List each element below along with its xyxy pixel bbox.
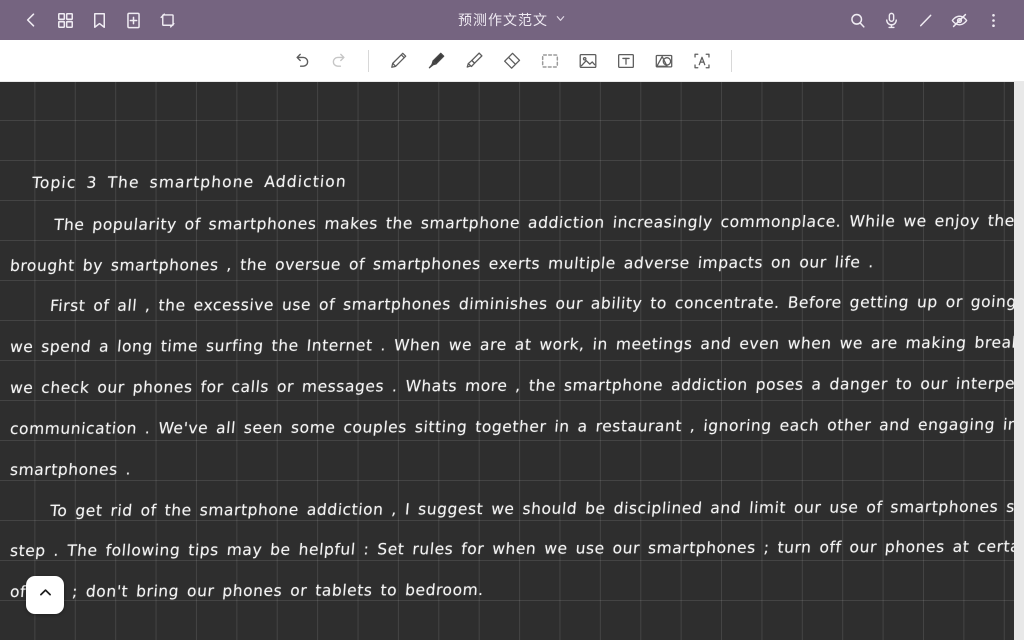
eraser-tool[interactable] — [494, 45, 530, 77]
page-title: 预测作文范文 — [458, 13, 548, 29]
note-text-line: of day ; don't bring our phones or table… — [9, 580, 485, 601]
pen-tool[interactable] — [380, 45, 416, 77]
document-title-button[interactable]: 预测作文范文 — [458, 10, 566, 30]
note-text-line: The popularity of smartphones makes the … — [53, 211, 1024, 234]
vertical-scrollbar[interactable] — [1014, 82, 1024, 640]
note-text-line: smartphones . — [9, 460, 133, 479]
highlighter-tool[interactable] — [456, 45, 492, 77]
lasso-select-tool[interactable] — [532, 45, 568, 77]
note-text-line: we spend a long time surfing the Interne… — [9, 333, 1024, 356]
note-text-line: communication . We've all seen some coup… — [9, 415, 1024, 438]
header-right-icon-group — [840, 3, 1010, 37]
redo-button[interactable] — [321, 45, 357, 77]
search-button[interactable] — [840, 3, 874, 37]
top-header-bar: 预测作文范文 — [0, 0, 1024, 40]
back-button[interactable] — [14, 3, 48, 37]
note-text-line: we check our phones for calls or message… — [9, 374, 1024, 397]
brush-tool[interactable] — [418, 45, 454, 77]
note-text-line: First of all , the excessive use of smar… — [49, 292, 1024, 315]
text-box-tool[interactable] — [608, 45, 644, 77]
more-options-button[interactable] — [976, 3, 1010, 37]
note-text-line: step . The following tips may be helpful… — [9, 537, 1024, 560]
chevron-up-icon — [37, 584, 54, 606]
handwriting-recognition-tool[interactable] — [684, 45, 720, 77]
bookmark-button[interactable] — [82, 3, 116, 37]
shape-tool[interactable] — [646, 45, 682, 77]
undo-button[interactable] — [283, 45, 319, 77]
header-left-icon-group — [14, 3, 184, 37]
note-canvas[interactable]: Topic 3 The smartphone Addiction The popu… — [0, 82, 1024, 640]
toolbar-divider-left — [368, 49, 369, 72]
crop-page-button[interactable] — [150, 3, 184, 37]
chevron-down-icon — [555, 11, 566, 29]
drawing-toolbar — [0, 40, 1024, 82]
note-app-window: 预测作文范文 Topic 3 The smartphone Addiction … — [0, 0, 1024, 640]
toolbar-divider-right — [731, 49, 732, 72]
pen-edit-button[interactable] — [908, 3, 942, 37]
note-text-line: brought by smartphones , the oversue of … — [9, 253, 875, 275]
note-heading-line: Topic 3 The smartphone Addiction — [31, 172, 348, 192]
collapse-toolbar-button[interactable] — [26, 576, 64, 614]
insert-image-tool[interactable] — [570, 45, 606, 77]
microphone-button[interactable] — [874, 3, 908, 37]
hide-strokes-button[interactable] — [942, 3, 976, 37]
note-text-line: To get rid of the smartphone addiction ,… — [49, 497, 1024, 520]
handwritten-note-content: Topic 3 The smartphone Addiction The popu… — [0, 82, 1024, 640]
grid-view-button[interactable] — [48, 3, 82, 37]
add-page-button[interactable] — [116, 3, 150, 37]
